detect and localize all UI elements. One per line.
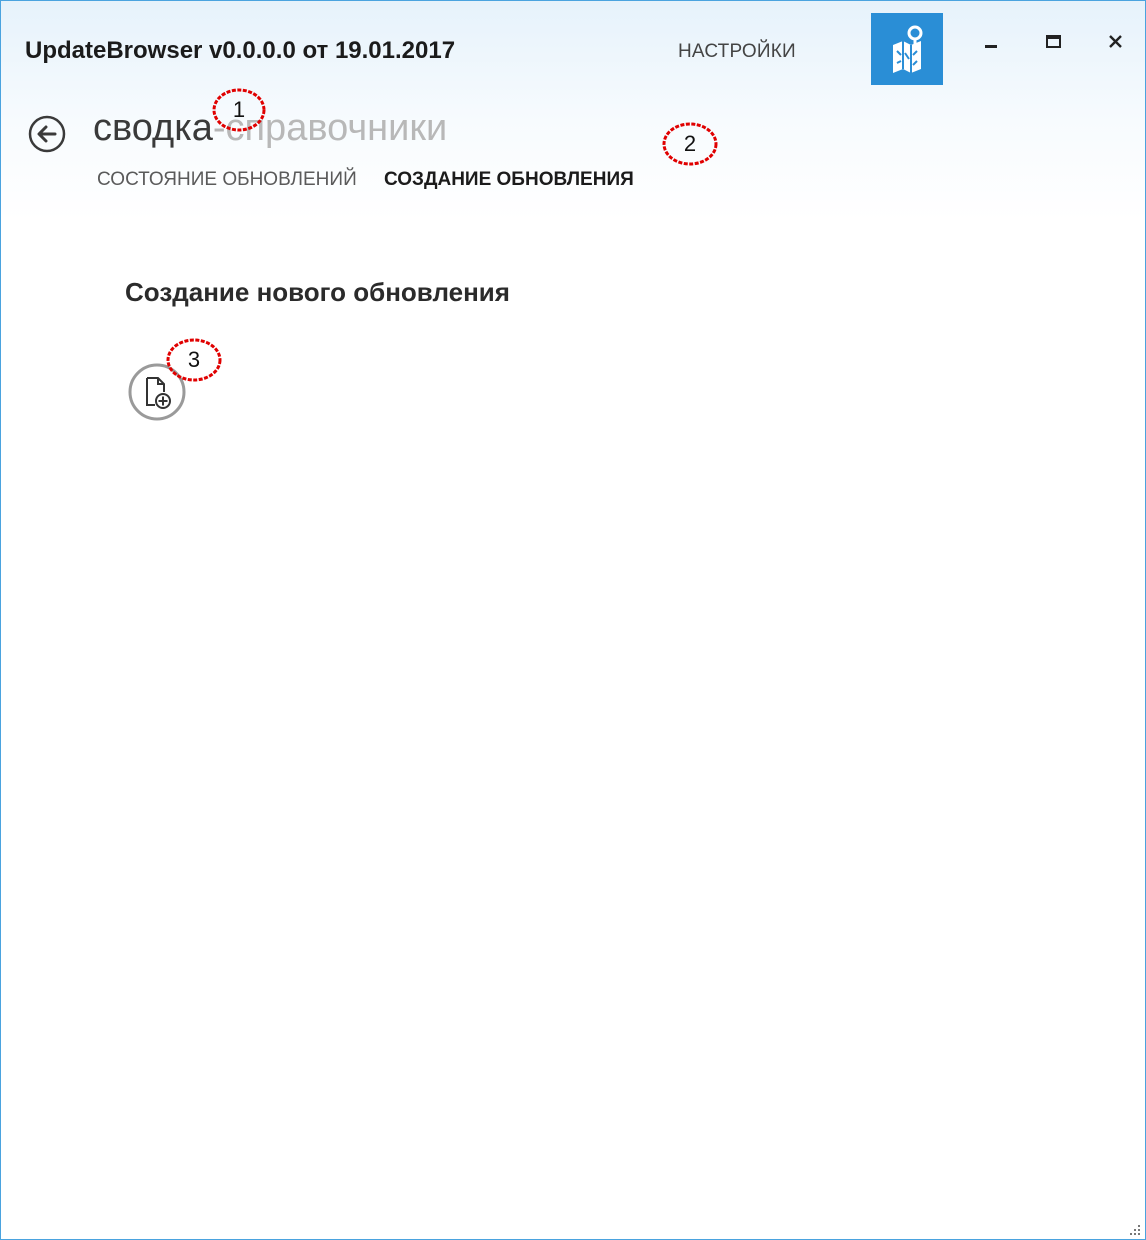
minimize-button[interactable] — [969, 19, 1015, 63]
minimize-icon — [985, 45, 997, 48]
tab-create-update[interactable]: СОЗДАНИЕ ОБНОВЛЕНИЯ — [384, 169, 634, 191]
window-title: UpdateBrowser v0.0.0.0 от 19.01.2017 — [25, 37, 456, 64]
resize-grip-icon — [1130, 1225, 1140, 1235]
map-logo-tile[interactable] — [871, 13, 943, 85]
breadcrumb-separator: - — [212, 107, 226, 149]
new-update-button[interactable] — [127, 362, 187, 422]
tab-update-status[interactable]: СОСТОЯНИЕ ОБНОВЛЕНИЙ — [97, 169, 357, 191]
tab-bar: СОСТОЯНИЕ ОБНОВЛЕНИЙ СОЗДАНИЕ ОБНОВЛЕНИЯ — [97, 169, 656, 191]
breadcrumb-item-directories[interactable]: справочники — [225, 107, 447, 149]
app-window: UpdateBrowser v0.0.0.0 от 19.01.2017 НАС… — [0, 0, 1146, 1240]
arrow-left-icon — [28, 115, 66, 153]
breadcrumb: сводка-справочники — [93, 107, 447, 150]
back-button[interactable] — [27, 114, 67, 154]
breadcrumb-item-summary[interactable]: сводка — [93, 107, 213, 149]
close-icon — [1109, 35, 1122, 48]
close-button[interactable] — [1093, 19, 1139, 63]
annotation-marker-2: 2 — [659, 119, 721, 169]
map-pin-icon — [893, 25, 923, 73]
section-heading: Создание нового обновления — [125, 277, 510, 307]
settings-link[interactable]: НАСТРОЙКИ — [678, 41, 796, 63]
document-add-icon — [128, 363, 186, 421]
maximize-icon — [1046, 35, 1061, 48]
resize-grip[interactable] — [1129, 1223, 1141, 1235]
maximize-button[interactable] — [1031, 19, 1077, 63]
